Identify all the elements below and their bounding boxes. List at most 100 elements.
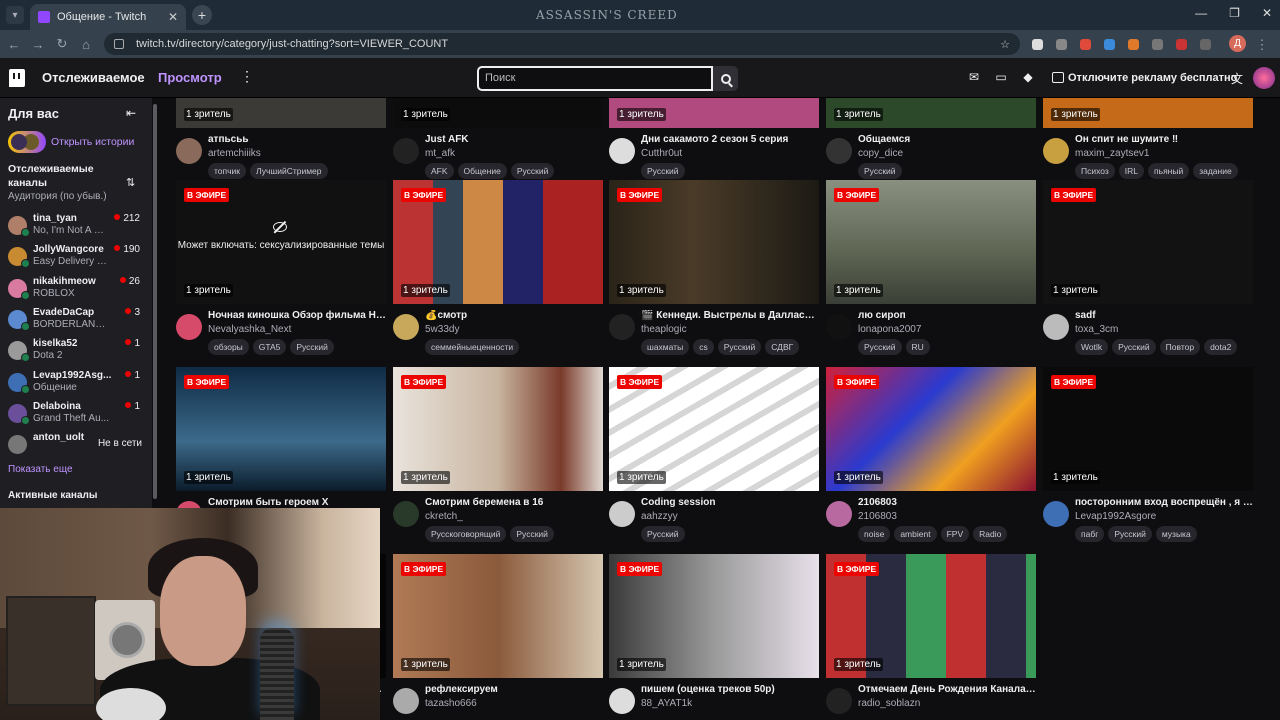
streamer-avatar[interactable] [826,314,852,340]
stream-tag[interactable]: задание [1193,163,1238,179]
streamer-avatar[interactable] [609,314,635,340]
stream-card[interactable]: В ЭФИРЕ1 зритель Он спит не шумите ‼ maxim… [1043,98,1253,180]
streamer-name[interactable]: ckretch_ [425,511,463,522]
stream-card[interactable]: В ЭФИРЕ 1 зритель 💰смотр 5w33dy семмейныецен… [393,180,603,356]
stream-tag[interactable]: Русский [641,526,685,542]
stream-card[interactable]: В ЭФИРЕ 1 зритель 2106803 2106803 noise ambie… [826,367,1036,543]
stream-title[interactable]: Отмечаем День Рождения Канала 1 ... [858,684,1036,695]
extension-icon[interactable] [1080,39,1091,50]
ad-free-button[interactable]: Отключите рекламу бесплатно [1046,65,1246,90]
stream-tag[interactable]: cs [693,339,714,355]
extension-icon[interactable] [1104,39,1115,50]
streamer-name[interactable]: copy_dice [858,148,903,159]
stream-tag[interactable]: Русскоговорящий [425,526,507,542]
streamer-name[interactable]: Cutthr0ut [641,148,682,159]
stream-thumbnail[interactable]: В ЭФИРЕ1 зритель [609,554,819,678]
close-window-icon[interactable]: ✕ [1262,6,1272,20]
stream-tag[interactable]: Wotlk [1075,339,1109,355]
nav-following[interactable]: Отслеживаемое [42,70,145,85]
crown-icon[interactable]: ◆ [1021,70,1035,84]
browser-menu-icon[interactable]: ⋮ [1250,37,1274,53]
streamer-name[interactable]: 2106803 [858,511,897,522]
sidebar-channel[interactable]: Levap1992Asg... Общение 1 [8,369,150,399]
stream-tag[interactable]: Повтор [1159,339,1201,355]
stream-title[interactable]: атпьсьь [208,134,386,145]
streamer-name[interactable]: toxa_3cm [1075,324,1118,335]
sidebar-channel[interactable]: tina_tyan No, I'm Not A H... 212 [8,212,150,242]
bookmark-star-icon[interactable]: ☆ [1000,38,1010,51]
stream-tag[interactable]: Русский [717,339,762,355]
stream-thumbnail[interactable]: В ЭФИРЕ1 зритель [1043,98,1253,128]
stream-tag[interactable]: Русский [858,163,902,179]
streamer-name[interactable]: aahzzyy [641,511,678,522]
streamer-name[interactable]: artemchiiiks [208,148,261,159]
stream-tag[interactable]: топчик [208,163,247,179]
search-input[interactable]: Поиск [477,66,713,91]
stream-title[interactable]: Смотрим быть героем X [208,497,386,508]
site-info-icon[interactable] [114,39,124,49]
stream-title[interactable]: Дни сакамото 2 сезон 5 серия [641,134,819,145]
extension-icon[interactable] [1128,39,1139,50]
stream-card[interactable]: В ЭФИРЕ 1 зритель 🎬 Кеннеди. Выстрелы в Да… [609,180,819,356]
stream-tag[interactable]: Русский [510,163,555,179]
stream-thumbnail[interactable]: В ЭФИРЕ1 зритель [176,367,386,491]
stream-card[interactable]: В ЭФИРЕ1 зритель Just AFK mt_afk AFKОбщение… [393,98,603,180]
streamer-name[interactable]: theaplogic [641,324,687,335]
streamer-avatar[interactable] [176,314,202,340]
stream-thumbnail[interactable]: В ЭФИРЕ1 зритель [826,367,1036,491]
show-more-link[interactable]: Показать еще [8,464,73,475]
streamer-avatar[interactable] [1043,138,1069,164]
stream-thumbnail[interactable]: В ЭФИРЕ1 зритель [176,98,386,128]
stream-tag[interactable]: Radio [973,526,1008,542]
minimize-icon[interactable]: — [1195,6,1207,20]
stream-tag[interactable]: семмейныеценности [425,339,520,355]
stream-title[interactable]: 2106803 [858,497,1036,508]
sort-icon[interactable]: ⇅ [126,176,135,189]
streamer-avatar[interactable] [393,314,419,340]
sidebar-channel[interactable]: nikakihmeow ROBLOX 26 [8,275,150,305]
streamer-avatar[interactable] [609,501,635,527]
stream-tag[interactable]: dota2 [1204,339,1238,355]
nav-browse[interactable]: Просмотр [158,70,222,85]
streamer-avatar[interactable] [1043,314,1069,340]
stream-title[interactable]: лю сироп [858,310,1036,321]
stream-card[interactable]: В ЭФИРЕ 1 зритель Отмечаем День Рождения К… [826,554,1036,720]
close-tab-icon[interactable]: ✕ [168,10,178,24]
streamer-name[interactable]: Nevalyashka_Next [208,324,291,335]
stream-tag[interactable]: ambient [894,526,937,542]
stream-card[interactable]: В ЭФИРЕ 1 зритель Coding session aahzzyy Рус… [609,367,819,543]
streamer-avatar[interactable] [393,688,419,714]
stream-card[interactable]: В ЭФИРЕ 1 зритель посторонним вход воспрещ… [1043,367,1253,543]
stream-tag[interactable]: ЛучшийСтример [250,163,328,179]
maximize-icon[interactable]: ❐ [1229,6,1240,20]
stream-tag[interactable]: Русский [290,339,334,355]
stream-tag[interactable]: музыка [1155,526,1197,542]
stream-card[interactable]: В ЭФИРЕ1 зритель атпьсьь artemchiiiks топчи… [176,98,386,180]
streamer-name[interactable]: radio_soblazn [858,698,920,709]
stream-thumbnail[interactable]: В ЭФИРЕ1 зритель [609,367,819,491]
stream-tag[interactable]: GTA5 [252,339,287,355]
inbox-icon[interactable]: ✉ [967,70,981,84]
stream-title[interactable]: sadf [1075,310,1253,321]
extensions-puzzle-icon[interactable] [1200,39,1211,50]
extension-icon[interactable] [1152,39,1163,50]
stream-title[interactable]: Just AFK [425,134,603,145]
streamer-avatar[interactable] [826,688,852,714]
stream-card[interactable]: В ЭФИРЕ 1 зритель Смотрим беремена в 16 ckr… [393,367,603,543]
stream-thumbnail[interactable]: В ЭФИРЕ1 зритель [393,98,603,128]
extension-icon[interactable] [1176,39,1187,50]
sidebar-channel[interactable]: Delaboina Grand Theft Au... 1 [8,400,150,430]
streamer-name[interactable]: 88_AYAT1k [641,698,692,709]
whispers-icon[interactable]: ▭ [994,70,1008,84]
stream-card[interactable]: В ЭФИРЕ1 зритель Дни сакамото 2 сезон 5 с… [609,98,819,180]
stream-title[interactable]: 💰смотр [425,310,603,321]
streamer-name[interactable]: tazasho666 [425,698,477,709]
home-icon[interactable]: ⌂ [74,37,98,52]
stream-tag[interactable]: пабг [1075,526,1105,542]
sidebar-channel[interactable]: EvadeDaCap BORDERLAND... 3 [8,306,150,336]
stream-thumbnail[interactable]: В ЭФИРЕ1 зритель [393,367,603,491]
profile-avatar[interactable]: Д [1229,35,1246,52]
stream-thumbnail[interactable]: В ЭФИРЕ1 зритель [609,180,819,304]
stream-thumbnail[interactable]: В ЭФИРЕ1 зритель [826,180,1036,304]
stream-title[interactable]: рефлексируем [425,684,603,695]
